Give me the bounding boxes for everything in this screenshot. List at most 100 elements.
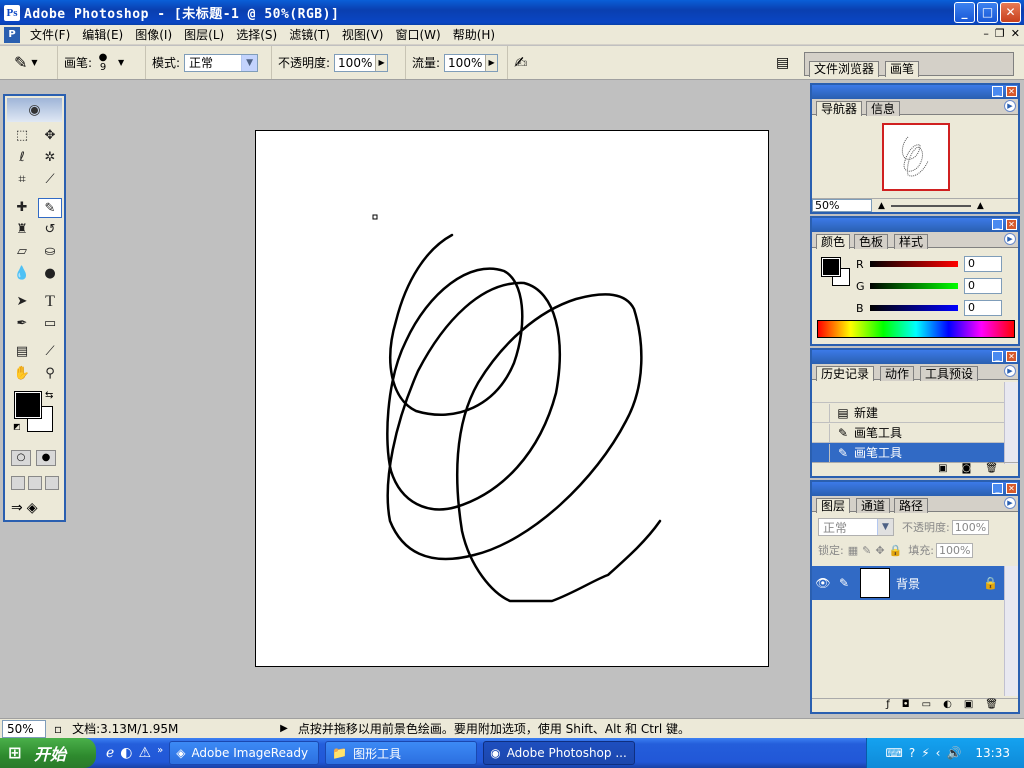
palette-minimize-icon[interactable]: _ xyxy=(992,219,1003,230)
ie-icon[interactable]: ℯ xyxy=(106,745,114,761)
tab-history[interactable]: 历史记录 xyxy=(816,366,875,381)
menu-window[interactable]: 窗口(W) xyxy=(389,25,446,45)
default-colors-icon[interactable]: ◩ xyxy=(13,422,21,431)
status-zoom-field[interactable]: 50% xyxy=(2,719,46,738)
full-screen-menu-mode-button[interactable] xyxy=(28,476,42,490)
layer-mask-icon[interactable]: ◘ xyxy=(902,699,910,712)
layer-row-background[interactable]: 👁 ✎ 背景 🔒 xyxy=(812,566,1004,600)
palette-menu-arrow-icon[interactable]: ▶ xyxy=(1004,365,1016,377)
navigator-zoom-field[interactable]: 50% xyxy=(812,199,872,212)
palette-close-icon[interactable]: ✕ xyxy=(1006,86,1017,97)
volume-icon[interactable]: 🔊 xyxy=(946,746,961,760)
quicklaunch-more-icon[interactable]: » xyxy=(157,745,163,761)
navigator-zoom-slider[interactable] xyxy=(890,204,971,207)
palette-minimize-icon[interactable]: _ xyxy=(992,86,1003,97)
layer-name[interactable]: 背景 xyxy=(896,575,983,592)
tool-preset-picker[interactable]: ✎ ▼ xyxy=(0,46,58,79)
menu-edit[interactable]: 编辑(E) xyxy=(76,25,129,45)
taskbar-imageready[interactable]: ◈ Adobe ImageReady xyxy=(169,741,320,765)
palette-close-icon[interactable]: ✕ xyxy=(1006,219,1017,230)
paint-bucket-tool-icon[interactable]: ⛀ xyxy=(38,242,62,262)
doc-close-button[interactable]: ✕ xyxy=(1011,27,1020,40)
brush-picker[interactable]: ● 9 xyxy=(96,52,110,73)
start-button[interactable]: ⊞ 开始 xyxy=(0,738,96,768)
new-document-from-state-icon[interactable]: ▣ xyxy=(938,463,947,476)
type-tool-icon[interactable]: T xyxy=(38,292,62,312)
fill-field[interactable]: 100% xyxy=(935,542,974,558)
document-canvas[interactable] xyxy=(255,130,769,667)
tab-tool-presets[interactable]: 工具预设 xyxy=(920,366,979,381)
menu-select[interactable]: 选择(S) xyxy=(230,25,283,45)
palette-minimize-icon[interactable]: _ xyxy=(992,351,1003,362)
tab-info[interactable]: 信息 xyxy=(866,101,901,116)
brush-tool-icon[interactable]: ✎ xyxy=(38,198,62,218)
eraser-tool-icon[interactable]: ▱ xyxy=(10,242,34,262)
menu-help[interactable]: 帮助(H) xyxy=(447,25,501,45)
slice-tool-icon[interactable]: ⟋ xyxy=(38,170,62,190)
tab-channels[interactable]: 通道 xyxy=(856,498,891,513)
jump-to-imageready-icon[interactable]: ⇒ xyxy=(11,500,23,516)
full-screen-mode-button[interactable] xyxy=(45,476,59,490)
color-spectrum-bar[interactable] xyxy=(817,320,1015,338)
doc-info-icon[interactable]: ▫ xyxy=(54,722,62,736)
flow-field[interactable]: 100% ▶ xyxy=(444,53,499,72)
palette-menu-arrow-icon[interactable]: ▶ xyxy=(1004,497,1016,509)
minimize-button[interactable]: _ xyxy=(954,2,975,23)
adjustment-layer-icon[interactable]: ◐ xyxy=(943,699,952,712)
lock-position-icon[interactable]: ✥ xyxy=(875,544,884,557)
menu-file[interactable]: 文件(F) xyxy=(24,25,76,45)
red-value[interactable]: 0 xyxy=(964,256,1002,272)
swap-colors-icon[interactable]: ⇆ xyxy=(45,390,53,401)
healing-brush-tool-icon[interactable]: ✚ xyxy=(10,198,34,218)
menu-image[interactable]: 图像(I) xyxy=(129,25,178,45)
layer-opacity-field[interactable]: 100% xyxy=(951,519,990,535)
history-brush-tool-icon[interactable]: ↺ xyxy=(38,220,62,240)
green-value[interactable]: 0 xyxy=(964,278,1002,294)
photoshop-app-icon[interactable]: Ps xyxy=(4,4,20,21)
airbrush-icon[interactable]: ✍ xyxy=(514,53,527,72)
lock-all-icon[interactable]: 🔒 xyxy=(889,544,903,557)
zoom-tool-icon[interactable]: ⚲ xyxy=(38,364,62,384)
help-icon[interactable]: ? xyxy=(909,746,915,760)
taskbar-folder[interactable]: 📁 图形工具 xyxy=(325,741,478,765)
layers-scrollbar[interactable] xyxy=(1004,566,1018,696)
lasso-tool-icon[interactable]: ℓ xyxy=(10,148,34,168)
blue-slider[interactable] xyxy=(870,305,958,311)
history-source-checkbox[interactable] xyxy=(814,403,830,422)
menu-view[interactable]: 视图(V) xyxy=(336,25,390,45)
network-icon[interactable]: ⚡ xyxy=(921,746,929,760)
palette-close-icon[interactable]: ✕ xyxy=(1006,483,1017,494)
brush-picker-arrow-icon[interactable]: ▼ xyxy=(118,58,124,67)
flow-slider-arrow-icon[interactable]: ▶ xyxy=(485,54,498,71)
palette-menu-arrow-icon[interactable]: ▶ xyxy=(1004,233,1016,245)
path-selection-tool-icon[interactable]: ➤ xyxy=(10,292,34,312)
lock-image-icon[interactable]: ✎ xyxy=(862,544,871,557)
hand-tool-icon[interactable]: ✋ xyxy=(10,364,34,384)
menu-layer[interactable]: 图层(L) xyxy=(178,25,230,45)
tab-actions[interactable]: 动作 xyxy=(880,366,915,381)
warning-icon[interactable]: ⚠ xyxy=(139,745,152,761)
history-item[interactable]: ✎ 画笔工具 xyxy=(812,422,1004,442)
new-layer-icon[interactable]: ▣ xyxy=(964,699,973,712)
menu-filter[interactable]: 滤镜(T) xyxy=(283,25,336,45)
blue-value[interactable]: 0 xyxy=(964,300,1002,316)
delete-state-icon[interactable]: 🗑 xyxy=(985,463,998,476)
tab-navigator[interactable]: 导航器 xyxy=(816,101,863,116)
blend-mode-select[interactable]: 正常 ▼ xyxy=(818,518,894,536)
foreground-color-swatch[interactable] xyxy=(14,391,42,419)
move-tool-icon[interactable]: ✥ xyxy=(38,126,62,146)
magic-wand-tool-icon[interactable]: ✲ xyxy=(38,148,62,168)
new-set-icon[interactable]: ▭ xyxy=(922,699,931,712)
quick-mask-mode-button[interactable]: ● xyxy=(36,450,56,466)
eyedropper-tool-icon[interactable]: ⟋ xyxy=(38,342,62,362)
taskbar-photoshop[interactable]: ◉ Adobe Photoshop ... xyxy=(483,741,636,765)
tab-layers[interactable]: 图层 xyxy=(816,498,851,513)
status-menu-arrow-icon[interactable]: ▶ xyxy=(280,723,288,734)
palette-minimize-icon[interactable]: _ xyxy=(992,483,1003,494)
tab-paths[interactable]: 路径 xyxy=(894,498,929,513)
standard-screen-mode-button[interactable] xyxy=(11,476,25,490)
imageready-icon[interactable]: ◈ xyxy=(27,500,38,516)
opacity-field[interactable]: 100% ▶ xyxy=(334,53,389,72)
keyboard-icon[interactable]: ⌨ xyxy=(886,746,903,760)
lock-transparency-icon[interactable]: ▦ xyxy=(848,544,858,557)
